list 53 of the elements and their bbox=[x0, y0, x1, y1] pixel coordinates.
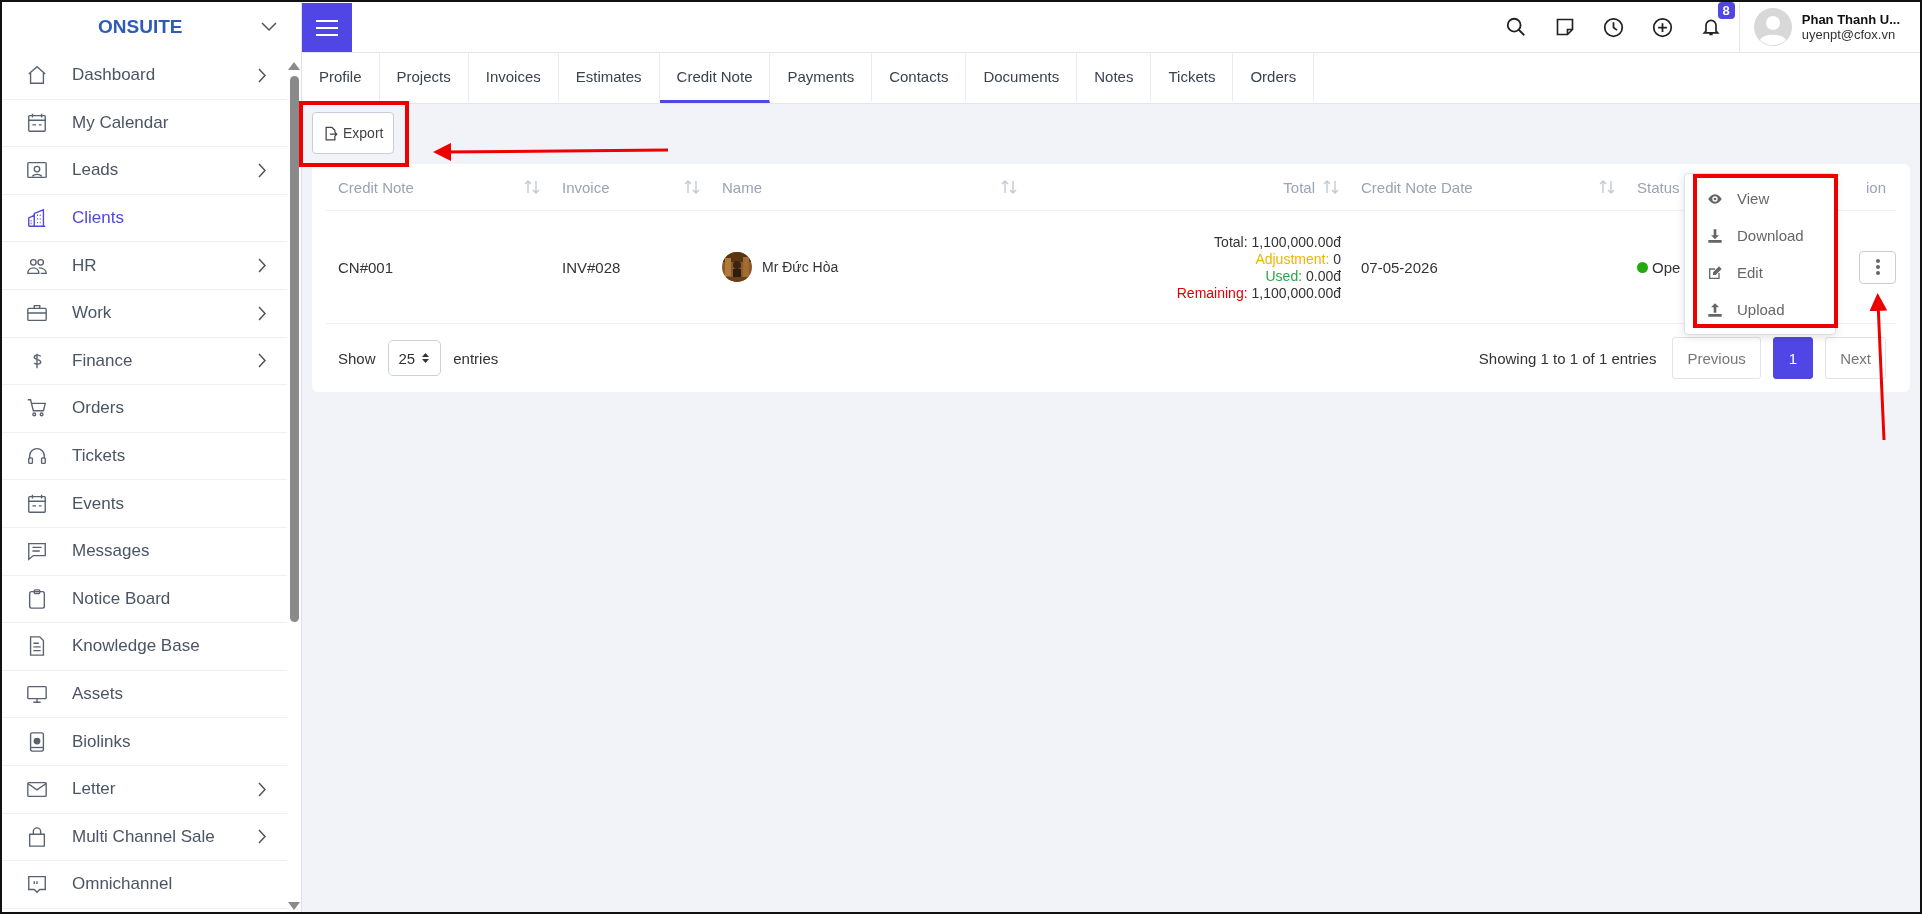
previous-button[interactable]: Previous bbox=[1672, 337, 1761, 379]
sidebar-item[interactable]: HR bbox=[2, 242, 287, 290]
more-icon bbox=[1875, 259, 1880, 275]
building-icon bbox=[26, 207, 48, 230]
entries-label: entries bbox=[453, 349, 499, 367]
sidebar-item[interactable]: Letter bbox=[2, 765, 287, 814]
caret-icon bbox=[421, 352, 431, 364]
client-name[interactable]: Mr Đức Hòa bbox=[762, 259, 839, 275]
menu-item[interactable]: Download bbox=[1685, 217, 1835, 254]
calendar-icon bbox=[26, 492, 48, 515]
table-cell: INV#028 bbox=[562, 258, 621, 276]
edit-icon bbox=[1707, 264, 1723, 281]
notification-count: 8 bbox=[1717, 2, 1735, 19]
show-label: Show bbox=[338, 349, 376, 367]
calendar-icon bbox=[26, 111, 48, 134]
clock-icon[interactable] bbox=[1602, 16, 1624, 38]
user-email: uyenpt@cfox.vn bbox=[1801, 27, 1897, 42]
export-button[interactable]: Export bbox=[312, 112, 395, 154]
export-icon bbox=[323, 125, 338, 141]
bag-icon bbox=[26, 825, 48, 848]
total-line: Used: 0.00đ bbox=[1265, 267, 1341, 284]
menu-item[interactable]: View bbox=[1685, 180, 1835, 217]
chevron-down-icon[interactable] bbox=[261, 22, 277, 32]
menu-icon bbox=[316, 19, 338, 36]
total-line: Remaining: 1,100,000.00đ bbox=[1176, 284, 1341, 301]
next-button[interactable]: Next bbox=[1825, 337, 1886, 379]
menu-item[interactable]: Edit bbox=[1685, 254, 1835, 291]
sidebar-item[interactable]: Work bbox=[2, 289, 287, 338]
table-cell: CN#001 bbox=[338, 258, 394, 276]
sidebar-item[interactable]: Leads bbox=[2, 147, 287, 195]
total-line: Total: 1,100,000.00đ bbox=[1214, 233, 1341, 250]
menu-button[interactable] bbox=[302, 3, 352, 52]
clipboard-icon bbox=[26, 587, 48, 610]
download-icon bbox=[1707, 227, 1723, 244]
more-button[interactable] bbox=[1859, 250, 1896, 284]
upload-icon bbox=[1707, 301, 1723, 318]
sticky-note-icon[interactable] bbox=[1554, 17, 1575, 37]
monitor-icon bbox=[26, 683, 48, 705]
chat-icon bbox=[26, 873, 48, 896]
entries-info: Showing 1 to 1 of 1 entries bbox=[1478, 349, 1657, 367]
total-line: Adjustment: 0 bbox=[1255, 250, 1341, 267]
add-icon[interactable] bbox=[1651, 16, 1673, 38]
page-size-select[interactable]: 25 bbox=[387, 340, 442, 376]
tab[interactable]: Credit Note bbox=[659, 53, 771, 103]
brand-logo: ONSUITE bbox=[98, 16, 184, 38]
status-label: Ope bbox=[1652, 258, 1681, 276]
message-icon bbox=[26, 540, 48, 563]
menu-item[interactable]: Upload bbox=[1685, 291, 1835, 328]
home-icon bbox=[26, 64, 48, 87]
table-cell: 07-05-2026 bbox=[1361, 258, 1438, 276]
page-button[interactable]: 1 bbox=[1772, 337, 1814, 379]
user-name[interactable]: Phan Thanh U... bbox=[1801, 12, 1900, 27]
search-icon[interactable] bbox=[1504, 16, 1527, 38]
